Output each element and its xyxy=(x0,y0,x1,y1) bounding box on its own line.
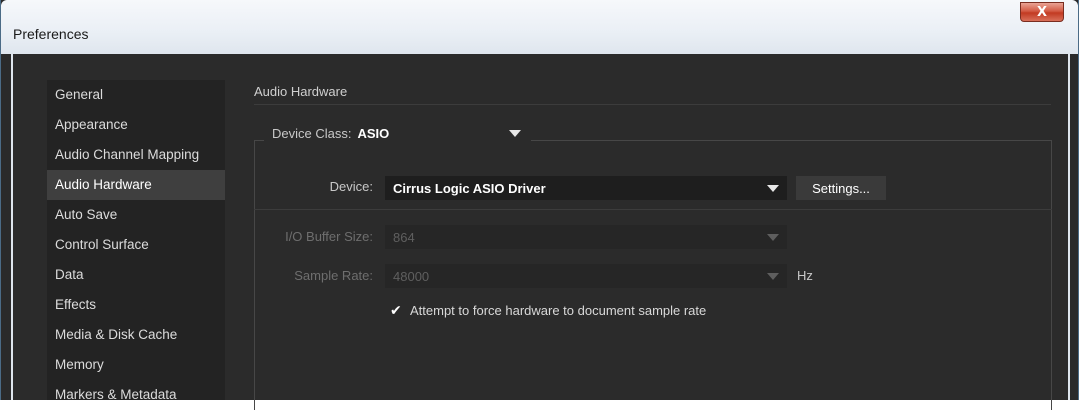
buffer-size-select[interactable]: 864 xyxy=(385,225,787,249)
device-value: Cirrus Logic ASIO Driver xyxy=(393,180,546,196)
sample-rate-value: 48000 xyxy=(393,268,430,284)
sidebar-item-media-disk-cache[interactable]: Media & Disk Cache xyxy=(47,320,225,350)
window-title: Preferences xyxy=(13,26,89,42)
sample-rate-unit: Hz xyxy=(797,268,813,283)
section-title: Audio Hardware xyxy=(254,84,348,99)
buffer-size-label: I/O Buffer Size: xyxy=(285,229,373,244)
dropdown-arrow-icon xyxy=(509,129,522,137)
sidebar-item-markers-metadata[interactable]: Markers & Metadata xyxy=(47,380,225,410)
dropdown-arrow-icon xyxy=(767,233,779,241)
title-bar[interactable]: Preferences X xyxy=(1,0,1078,54)
sidebar-item-effects[interactable]: Effects xyxy=(47,290,225,320)
sidebar-item-control-surface[interactable]: Control Surface xyxy=(47,230,225,260)
device-class-value: ASIO xyxy=(357,125,390,141)
sidebar-item-general[interactable]: General xyxy=(47,80,225,110)
dropdown-arrow-icon xyxy=(767,184,779,192)
checkmark-icon: ✔ xyxy=(390,302,402,319)
sidebar-item-auto-save[interactable]: Auto Save xyxy=(47,200,225,230)
device-divider xyxy=(254,209,1052,210)
settings-button[interactable]: Settings... xyxy=(796,176,886,200)
close-icon: X xyxy=(1036,4,1048,20)
sidebar-item-appearance[interactable]: Appearance xyxy=(47,110,225,140)
preferences-sidebar: General Appearance Audio Channel Mapping… xyxy=(47,80,225,402)
preferences-window: Preferences X General Appearance Audio C… xyxy=(0,0,1079,410)
sidebar-item-audio-hardware[interactable]: Audio Hardware xyxy=(47,170,225,200)
device-select[interactable]: Cirrus Logic ASIO Driver xyxy=(385,176,787,200)
device-label: Device: xyxy=(329,179,373,194)
sidebar-item-memory[interactable]: Memory xyxy=(47,350,225,380)
sample-rate-select[interactable]: 48000 xyxy=(385,264,787,288)
close-button[interactable]: X xyxy=(1020,2,1064,22)
dropdown-arrow-icon xyxy=(767,272,779,280)
section-divider xyxy=(254,104,1051,105)
sidebar-item-audio-channel-mapping[interactable]: Audio Channel Mapping xyxy=(47,140,225,170)
dialog-body: General Appearance Audio Channel Mapping… xyxy=(11,54,1070,410)
device-class-label: Device Class: xyxy=(272,125,352,141)
force-sample-rate-checkbox[interactable]: ✔ Attempt to force hardware to document … xyxy=(390,303,706,318)
force-sample-rate-label: Attempt to force hardware to document sa… xyxy=(410,303,707,318)
device-class-dropdown[interactable]: Device Class: ASIO xyxy=(264,122,532,144)
sidebar-item-data[interactable]: Data xyxy=(47,260,225,290)
buffer-size-value: 864 xyxy=(393,229,415,245)
sample-rate-label: Sample Rate: xyxy=(294,268,373,283)
